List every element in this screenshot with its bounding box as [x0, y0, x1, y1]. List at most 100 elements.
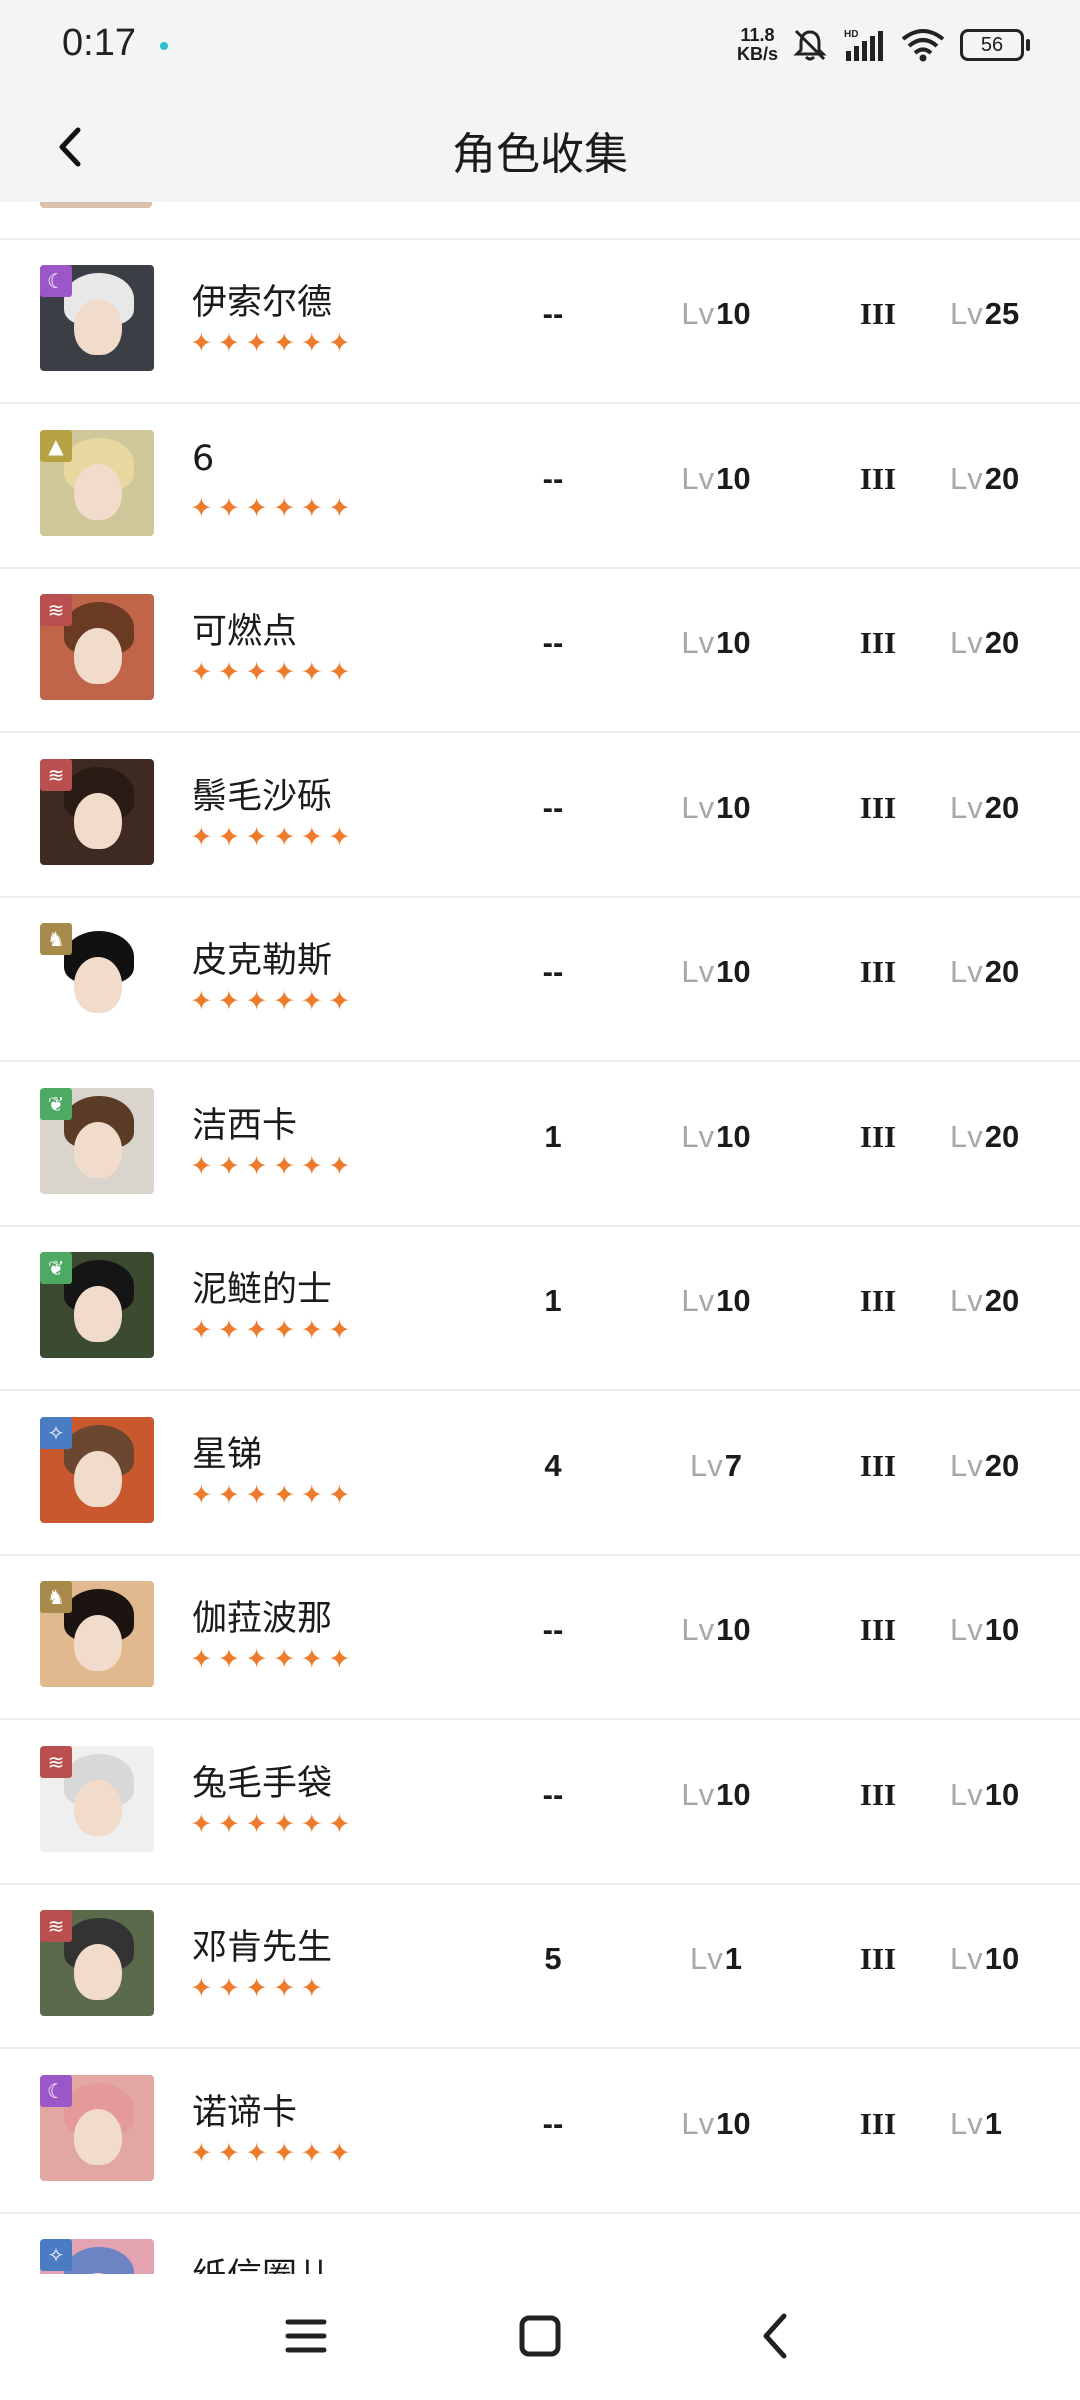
- rank-value: III: [859, 1283, 897, 1318]
- character-name: 邓肯先生: [192, 1928, 333, 1968]
- status-bar: 0:17 11.8 KB/s HD 56: [0, 0, 1080, 90]
- rank-value: III: [859, 296, 897, 331]
- title-bar: 角色收集: [0, 90, 1080, 202]
- element-moon-icon: ☾: [40, 265, 72, 297]
- level-label: Lv: [681, 954, 715, 989]
- level-label: Lv: [950, 1118, 983, 1154]
- character-row[interactable]: ♞ 皮克勒斯 ✦✦✦✦✦✦ -- Lv10 III Lv20: [0, 896, 1080, 1062]
- avatar-face: [74, 1450, 122, 1507]
- equipment-level: Lv25: [950, 296, 1060, 332]
- character-name: 鬃毛沙砾: [192, 776, 333, 817]
- element-wind-icon: ≋: [40, 1910, 72, 1942]
- level-label: Lv: [690, 1941, 723, 1976]
- rank-value: III: [859, 1776, 897, 1812]
- level-value: 10: [716, 1118, 751, 1154]
- level-label: Lv: [681, 1283, 715, 1318]
- star-rating: ✦✦✦✦✦✦: [190, 2137, 356, 2169]
- character-row[interactable]: ☾ 诺谛卡 ✦✦✦✦✦✦ -- Lv10 III Lv1: [0, 2048, 1080, 2214]
- character-row[interactable]: ✧ 纸信圈儿: [0, 2212, 1080, 2274]
- character-row[interactable]: ☾ 伊索尔德 ✦✦✦✦✦✦ -- Lv10 III Lv25: [0, 238, 1080, 404]
- menu-icon[interactable]: [266, 2296, 346, 2376]
- character-level: Lv10: [648, 1283, 784, 1319]
- home-square-icon[interactable]: [500, 2296, 580, 2376]
- rank-value: III: [859, 1612, 897, 1647]
- svg-text:HD: HD: [844, 29, 858, 40]
- equipment-level: Lv20: [950, 625, 1060, 661]
- avatar-face: [74, 1121, 122, 1178]
- status-time: 0:17: [62, 22, 136, 64]
- star-rating: ✦✦✦✦✦: [190, 1973, 329, 2004]
- character-level: Lv10: [648, 1612, 784, 1648]
- level-value: 20: [984, 1118, 1020, 1154]
- character-level: Lv10: [648, 461, 784, 497]
- rank-value: III: [859, 1118, 897, 1154]
- character-row[interactable]: ✧ 星锑 ✦✦✦✦✦✦ 4 Lv7 III Lv20: [0, 1390, 1080, 1556]
- back-nav-icon[interactable]: [736, 2296, 816, 2376]
- rank-value: III: [859, 1447, 897, 1483]
- character-name: 6: [192, 438, 215, 479]
- character-list[interactable]: ☾ 伊索尔德 ✦✦✦✦✦✦ -- Lv10 III Lv25 ▲ 6 ✦✦✦✦✦✦ -- Lv10 II…: [0, 202, 1080, 2274]
- character-name: 伊索尔德: [192, 283, 333, 323]
- avatar: ≋: [40, 1745, 154, 1852]
- character-level: Lv7: [648, 1448, 784, 1484]
- avatar: ✧: [40, 2239, 154, 2274]
- level-label: Lv: [681, 1612, 715, 1647]
- character-row[interactable]: ≋ 邓肯先生 ✦✦✦✦✦ 5 Lv1 III Lv10: [0, 1883, 1080, 2049]
- level-label: Lv: [681, 789, 715, 825]
- character-row[interactable]: ♞ 伽菈波那 ✦✦✦✦✦✦ -- Lv10 III Lv10: [0, 1554, 1080, 1720]
- level-label: Lv: [681, 625, 715, 660]
- cellular-signal-icon: HD: [844, 29, 883, 61]
- character-level: Lv10: [648, 2106, 784, 2142]
- rank-value: III: [859, 2105, 897, 2141]
- duplicate-count: --: [542, 2105, 564, 2141]
- list-item-partial: [0, 202, 1080, 240]
- level-value: 10: [716, 1283, 751, 1318]
- element-wind-icon: ≋: [40, 1745, 72, 1778]
- avatar: ❦: [40, 1087, 154, 1194]
- avatar: ▲: [40, 429, 154, 536]
- level-value: 10: [716, 954, 751, 989]
- equipment-level: Lv20: [950, 1119, 1060, 1155]
- character-row[interactable]: ❦ 泥鲢的士 ✦✦✦✦✦✦ 1 Lv10 III Lv20: [0, 1225, 1080, 1391]
- character-row[interactable]: ≋ 可燃点 ✦✦✦✦✦✦ -- Lv10 III Lv20: [0, 567, 1080, 733]
- level-label: Lv: [690, 1447, 723, 1483]
- level-value: 25: [984, 296, 1020, 331]
- character-row[interactable]: ❦ 洁西卡 ✦✦✦✦✦✦ 1 Lv10 III Lv20: [0, 1061, 1080, 1227]
- level-label: Lv: [950, 460, 983, 496]
- element-moon-icon: ☾: [40, 2074, 72, 2107]
- avatar-face: [74, 2108, 122, 2165]
- network-speed: 11.8 KB/s: [737, 26, 778, 64]
- level-label: Lv: [681, 296, 715, 331]
- character-level: Lv10: [648, 625, 784, 661]
- level-value: 7: [724, 1447, 742, 1483]
- duplicate-count: --: [542, 954, 564, 989]
- avatar: ✧: [40, 1416, 154, 1523]
- level-value: 10: [716, 625, 751, 660]
- level-value: 10: [716, 789, 751, 825]
- star-rating: ✦✦✦✦✦✦: [190, 328, 356, 359]
- character-row[interactable]: ▲ 6 ✦✦✦✦✦✦ -- Lv10 III Lv20: [0, 403, 1080, 569]
- status-icons: 11.8 KB/s HD 56: [737, 20, 1030, 70]
- element-beast-icon: ♞: [40, 923, 72, 955]
- avatar: ≋: [40, 594, 154, 700]
- character-name: 伽菈波那: [192, 1599, 333, 1639]
- avatar-face: [74, 957, 122, 1013]
- level-label: Lv: [950, 954, 983, 989]
- level-label: Lv: [950, 2105, 983, 2141]
- character-name: 洁西卡: [192, 1105, 298, 1146]
- element-mountain-icon: ▲: [40, 429, 72, 462]
- duplicate-count: --: [542, 625, 564, 660]
- level-value: 20: [984, 1283, 1020, 1318]
- duplicate-count: 4: [544, 1447, 562, 1483]
- character-row[interactable]: ≋ 鬃毛沙砾 ✦✦✦✦✦✦ -- Lv10 III Lv20: [0, 732, 1080, 898]
- level-label: Lv: [950, 1776, 983, 1812]
- character-row[interactable]: ≋ 兔毛手袋 ✦✦✦✦✦✦ -- Lv10 III Lv10: [0, 1719, 1080, 1885]
- level-label: Lv: [950, 1941, 983, 1976]
- equipment-level: Lv20: [950, 790, 1060, 826]
- level-value: 10: [984, 1612, 1020, 1647]
- avatar: ❦: [40, 1252, 154, 1358]
- avatar-face: [74, 299, 122, 355]
- rank-value: III: [859, 789, 897, 825]
- star-rating: ✦✦✦✦✦✦: [190, 1808, 356, 1840]
- level-value: 10: [984, 1941, 1020, 1976]
